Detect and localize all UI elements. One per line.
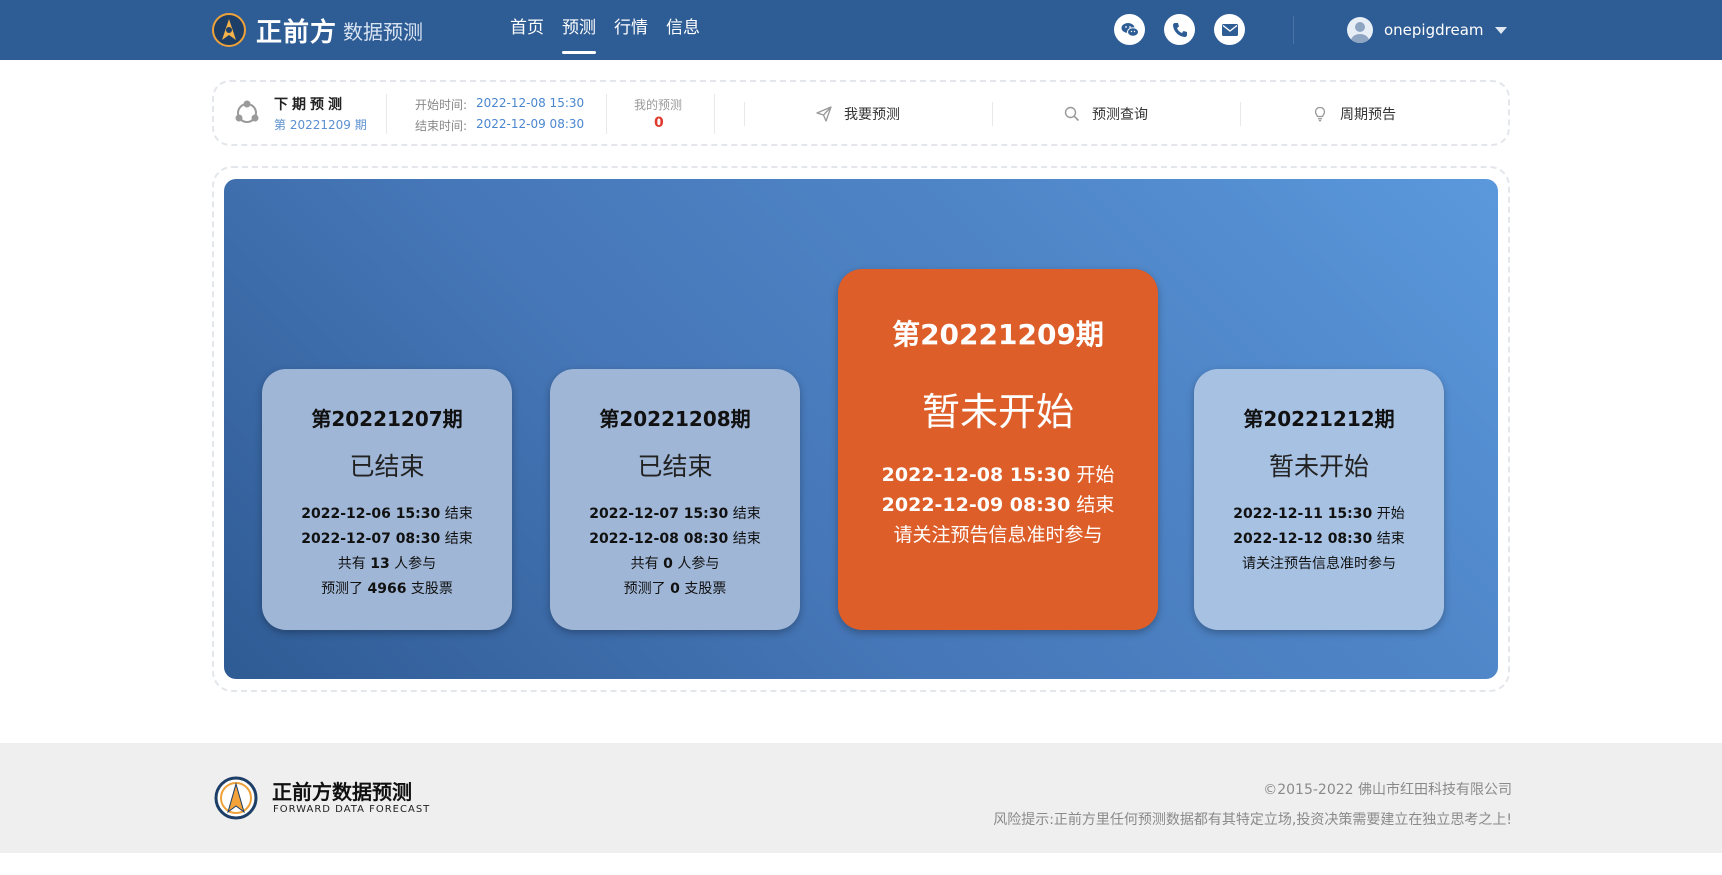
period-card-status: 已结束: [637, 452, 713, 481]
period-card-participants: 共有 13 人参与: [337, 556, 437, 572]
main-nav: 首页 预测 行情 信息: [510, 0, 718, 60]
period-card-line: 2022-12-09 08:30 结束: [881, 494, 1115, 516]
end-time-value: 2022-12-09 08:30: [476, 117, 585, 131]
my-forecast-count: 0: [654, 115, 664, 131]
period-card-participants: 共有 0 人参与: [630, 556, 720, 572]
nav-market[interactable]: 行情: [614, 0, 648, 60]
footer-brand-name: 正前方数据预测: [272, 780, 412, 804]
info-divider: [1240, 102, 1241, 126]
period-card-line: 2022-12-08 08:30 结束: [589, 531, 761, 547]
info-divider: [386, 94, 387, 134]
cycle-preview-label: 周期预告: [1340, 107, 1396, 123]
forecast-query-label: 预测查询: [1092, 107, 1148, 123]
info-divider: [714, 94, 715, 134]
start-time-label: 开始时间:: [415, 98, 468, 112]
phone-icon[interactable]: [1164, 14, 1195, 45]
footer-copyright: ©2015-2022 佛山市红田科技有限公司: [1263, 782, 1512, 798]
brand-subtitle: 数据预测: [343, 19, 424, 44]
footer-brand-english: FORWARD DATA FORECAST: [273, 804, 431, 815]
period-card-line: 2022-12-07 08:30 结束: [301, 531, 473, 547]
info-divider: [992, 102, 993, 126]
period-card-20221209-current[interactable]: 第20221209期 暂未开始 2022-12-08 15:30 开始 2022…: [838, 269, 1158, 630]
brand-name: 正前方: [256, 17, 338, 48]
cycle-preview-button[interactable]: 周期预告: [1312, 104, 1396, 124]
period-card-line: 2022-12-06 15:30 结束: [301, 506, 473, 522]
end-time-label: 结束时间:: [415, 119, 468, 133]
period-card-20221208[interactable]: 第20221208期 已结束 2022-12-07 15:30 结束 2022-…: [550, 369, 800, 630]
footer-compass-logo-icon: [214, 776, 258, 820]
period-card-line: 2022-12-12 08:30 结束: [1233, 531, 1405, 547]
header-divider: [1293, 16, 1294, 44]
period-card-stock-count: 预测了 4966 支股票: [321, 581, 453, 597]
nav-info[interactable]: 信息: [666, 0, 700, 60]
next-forecast-period: 第 20221209 期: [274, 118, 367, 132]
compass-logo-icon: [212, 13, 246, 47]
period-card-20221212[interactable]: 第20221212期 暂未开始 2022-12-11 15:30 开始 2022…: [1194, 369, 1444, 630]
lightbulb-icon: [1314, 106, 1326, 122]
forecast-info-bar: 下期预测 第 20221209 期 开始时间: 2022-12-08 15:30…: [212, 80, 1510, 146]
nav-forecast[interactable]: 预测: [562, 0, 596, 60]
footer-risk-notice: 风险提示:正前方里任何预测数据都有其特定立场,投资决策需要建立在独立思考之上!: [993, 812, 1512, 828]
period-card-title: 第20221212期: [1243, 407, 1395, 431]
user-menu[interactable]: onepigdream: [1347, 16, 1507, 44]
period-card-line: 2022-12-08 15:30 开始: [881, 464, 1115, 486]
mail-icon[interactable]: [1214, 14, 1245, 45]
period-card-notice: 请关注预告信息准时参与: [893, 524, 1103, 546]
forecast-query-button[interactable]: 预测查询: [1064, 104, 1148, 124]
user-avatar-icon: [1347, 17, 1373, 43]
info-divider: [606, 94, 607, 134]
period-card-title: 第20221207期: [311, 407, 463, 431]
user-name: onepigdream: [1384, 21, 1484, 39]
forecast-cycle-icon: [232, 98, 262, 128]
period-card-line: 2022-12-07 15:30 结束: [589, 506, 761, 522]
period-card-notice: 请关注预告信息准时参与: [1242, 556, 1396, 572]
period-card-status: 暂未开始: [1268, 452, 1369, 481]
info-divider: [744, 102, 745, 126]
make-forecast-button[interactable]: 我要预测: [816, 104, 900, 124]
make-forecast-label: 我要预测: [844, 107, 900, 123]
top-navbar: 正前方 数据预测 首页 预测 行情 信息 onepigdream: [0, 0, 1722, 60]
brand-logo[interactable]: 正前方 数据预测: [212, 13, 424, 48]
search-icon: [1064, 106, 1080, 122]
period-card-stock-count: 预测了 0 支股票: [623, 581, 727, 597]
period-card-20221207[interactable]: 第20221207期 已结束 2022-12-06 15:30 结束 2022-…: [262, 369, 512, 630]
my-forecast-label: 我的预测: [634, 98, 683, 112]
nav-home[interactable]: 首页: [510, 0, 544, 60]
period-card-line: 2022-12-11 15:30 开始: [1233, 506, 1405, 522]
period-card-title: 第20221208期: [599, 407, 751, 431]
wechat-icon[interactable]: [1114, 14, 1145, 45]
start-time-value: 2022-12-08 15:30: [476, 96, 585, 110]
next-forecast-title: 下期预测: [274, 97, 346, 113]
period-card-status: 已结束: [349, 452, 425, 481]
period-card-status: 暂未开始: [921, 390, 1074, 434]
paper-plane-icon: [816, 106, 832, 122]
footer: 正前方数据预测 FORWARD DATA FORECAST ©2015-2022…: [0, 743, 1722, 853]
period-card-title: 第20221209期: [892, 318, 1104, 351]
chevron-down-icon: [1494, 26, 1507, 34]
